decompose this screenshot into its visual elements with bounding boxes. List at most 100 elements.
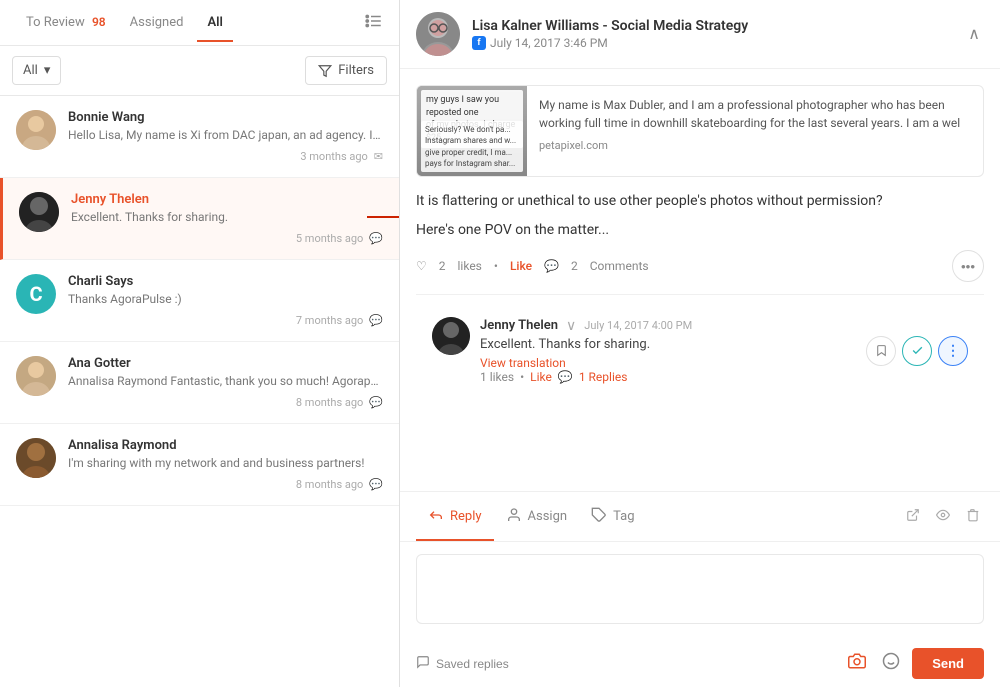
tab-reply[interactable]: Reply — [416, 493, 494, 541]
comment-bubble-icon: 💬 — [544, 259, 559, 273]
tab-bar: To Review 98 Assigned All — [0, 0, 399, 46]
comment-header: Jenny Thelen ∨ July 14, 2017 4:00 PM — [480, 317, 968, 334]
conv-preview: Hello Lisa, My name is Xi from DAC japan… — [68, 128, 383, 142]
chat-icon — [416, 655, 430, 672]
comment-likes: 1 likes • Like 💬 1 Replies — [480, 370, 968, 384]
facebook-icon: f — [472, 36, 486, 50]
tab-assigned[interactable]: Assigned — [120, 3, 194, 42]
comment-reply-bubble: 💬 — [558, 370, 573, 384]
comment-icon-annalisa: 💬 — [369, 478, 383, 491]
tab-to-review[interactable]: To Review 98 — [16, 3, 116, 42]
preview-button[interactable] — [932, 504, 954, 529]
reply-textarea[interactable] — [416, 554, 984, 624]
conv-footer-charli: 7 months ago 💬 — [68, 314, 383, 327]
conv-name-charli: Charli Says — [68, 274, 383, 289]
comments-count: 2 — [571, 259, 578, 273]
email-icon: ✉ — [374, 150, 383, 163]
post-card-image: my guys I saw you reposted one of my pho… — [417, 86, 527, 176]
bookmark-button[interactable] — [866, 336, 896, 366]
conversation-list: Bonnie Wang Hello Lisa, My name is Xi fr… — [0, 96, 399, 687]
header-name: Lisa Kalner Williams - Social Media Stra… — [472, 18, 964, 34]
comment-collapse[interactable]: ∨ — [566, 317, 576, 334]
saved-replies-button[interactable]: Saved replies — [416, 655, 509, 672]
reply-icon — [428, 507, 444, 527]
approve-button[interactable] — [902, 336, 932, 366]
conversation-item-ana[interactable]: Ana Gotter Annalisa Raymond Fantastic, t… — [0, 342, 399, 424]
assign-icon — [506, 507, 522, 527]
conv-footer-jenny: 5 months ago 💬 — [71, 232, 383, 245]
reply-footer: Saved replies Send — [400, 640, 1000, 687]
conv-preview-jenny: Excellent. Thanks for sharing. — [71, 210, 383, 224]
reply-toolbar — [902, 504, 984, 529]
conv-content-jenny: Jenny Thelen Excellent. Thanks for shari… — [71, 192, 383, 245]
conv-footer-ana: 8 months ago 💬 — [68, 396, 383, 409]
collapse-button[interactable]: ∧ — [964, 20, 984, 48]
avatar-ana — [16, 356, 56, 396]
tag-icon — [591, 507, 607, 527]
tab-all[interactable]: All — [197, 3, 232, 42]
conv-preview-ana: Annalisa Raymond Fantastic, thank you so… — [68, 374, 383, 388]
comment-like-link[interactable]: Like — [530, 370, 552, 384]
avatar-jenny — [19, 192, 59, 232]
tab-tag[interactable]: Tag — [579, 493, 646, 541]
emoji-button[interactable] — [878, 648, 904, 679]
post-card: my guys I saw you reposted one of my pho… — [416, 85, 984, 177]
conversation-item-annalisa[interactable]: Annalisa Raymond I'm sharing with my net… — [0, 424, 399, 506]
delete-button[interactable] — [962, 504, 984, 529]
post-card-inner: my guys I saw you reposted one of my pho… — [417, 86, 983, 176]
comment-avatar-jenny — [432, 317, 470, 355]
tab-assign[interactable]: Assign — [494, 493, 580, 541]
filters-button[interactable]: Filters — [305, 56, 387, 85]
selected-arrow — [367, 207, 399, 231]
header-info: Lisa Kalner Williams - Social Media Stra… — [472, 18, 964, 50]
all-filter-select[interactable]: All ▾ — [12, 56, 61, 85]
comment-replies-link[interactable]: 1 Replies — [579, 370, 628, 384]
conv-name-jenny: Jenny Thelen — [71, 192, 383, 207]
conv-name-ana: Ana Gotter — [68, 356, 383, 371]
more-options-button[interactable]: ••• — [952, 250, 984, 282]
filter-bar: All ▾ Filters — [0, 46, 399, 96]
like-button[interactable]: Like — [510, 259, 532, 273]
reply-tabs: Reply Assign Tag — [400, 492, 1000, 542]
send-button[interactable]: Send — [912, 648, 984, 679]
more-comment-options-button[interactable]: ⋮ — [938, 336, 968, 366]
conversation-item-charli[interactable]: C Charli Says Thanks AgoraPulse :) 7 mon… — [0, 260, 399, 342]
heart-icon: ♡ — [416, 259, 427, 273]
comment-time: July 14, 2017 4:00 PM — [584, 319, 692, 332]
reply-input-area — [400, 542, 1000, 640]
conv-footer: 3 months ago ✉ — [68, 150, 383, 163]
conv-content-ana: Ana Gotter Annalisa Raymond Fantastic, t… — [68, 356, 383, 409]
message-header: Lisa Kalner Williams - Social Media Stra… — [400, 0, 1000, 69]
conv-content-annalisa: Annalisa Raymond I'm sharing with my net… — [68, 438, 383, 491]
post-card-body: My name is Max Dubler, and I am a profes… — [527, 86, 983, 176]
conv-content-charli: Charli Says Thanks AgoraPulse :) 7 month… — [68, 274, 383, 327]
conv-name-annalisa: Annalisa Raymond — [68, 438, 383, 453]
comment-author: Jenny Thelen — [480, 318, 558, 333]
camera-button[interactable] — [844, 648, 870, 679]
post-pov: Here's one POV on the matter... — [416, 222, 984, 238]
to-review-badge: 98 — [92, 15, 106, 29]
conv-content-bonnie: Bonnie Wang Hello Lisa, My name is Xi fr… — [68, 110, 383, 163]
post-question: It is flattering or unethical to use oth… — [416, 191, 984, 212]
conv-preview-charli: Thanks AgoraPulse :) — [68, 292, 383, 306]
header-meta: f July 14, 2017 3:46 PM — [472, 36, 964, 50]
comment-icon: 💬 — [369, 232, 383, 245]
header-avatar — [416, 12, 460, 56]
conv-preview-annalisa: I'm sharing with my network and and busi… — [68, 456, 383, 470]
conv-name: Bonnie Wang — [68, 110, 383, 125]
conversation-item-bonnie[interactable]: Bonnie Wang Hello Lisa, My name is Xi fr… — [0, 96, 399, 178]
comment-icon-ana: 💬 — [369, 396, 383, 409]
reply-footer-right: Send — [844, 648, 984, 679]
right-panel: Lisa Kalner Williams - Social Media Stra… — [400, 0, 1000, 687]
conversation-item-jenny[interactable]: Jenny Thelen Excellent. Thanks for shari… — [0, 178, 399, 260]
post-card-url: petapixel.com — [539, 138, 971, 155]
sort-icon[interactable] — [365, 12, 383, 34]
filter-icon — [318, 64, 332, 78]
comment-icon-charli: 💬 — [369, 314, 383, 327]
divider — [416, 294, 984, 295]
comment-jenny: Jenny Thelen ∨ July 14, 2017 4:00 PM Exc… — [416, 307, 984, 394]
external-link-button[interactable] — [902, 504, 924, 529]
avatar-charli: C — [16, 274, 56, 314]
avatar-annalisa — [16, 438, 56, 478]
left-panel: To Review 98 Assigned All All ▾ — [0, 0, 400, 687]
